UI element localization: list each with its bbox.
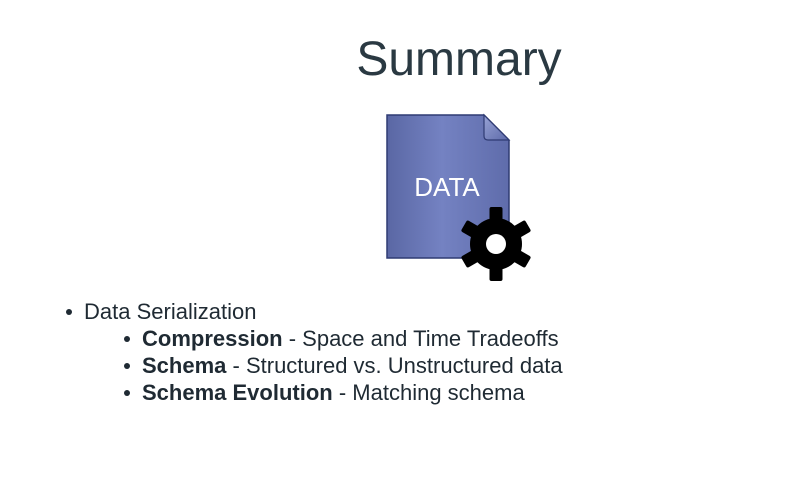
bullet-data-serialization: Data Serialization Compression - Space a… [60,298,563,406]
sub-bullet-separator: - [282,326,303,351]
bullet-list: Data Serialization Compression - Space a… [60,298,563,406]
sub-bullet-separator: - [332,380,353,405]
sub-bullet-compression: Compression - Space and Time Tradeoffs [118,325,563,352]
sub-bullet-term: Schema [142,353,227,378]
sub-bullet-separator: - [226,353,246,378]
sub-bullet-desc: Structured vs. Unstructured data [245,353,563,378]
sub-bullet-desc: Space and Time Tradeoffs [302,326,559,351]
document-fold [483,113,511,141]
sub-bullet-schema: Schema - Structured vs. Unstructured dat… [118,352,563,379]
sub-bullet-term: Compression [142,326,283,351]
slide: Summary DATA Data Serialization Compress… [0,0,807,493]
sub-bullet-schema-evolution: Schema Evolution - Matching schema [118,379,563,406]
data-document-gear-icon: DATA [380,108,540,288]
document-label: DATA [414,172,480,202]
sub-bullet-term: Schema Evolution [142,380,333,405]
slide-title: Summary [356,33,562,86]
sub-bullet-list: Compression - Space and Time Tradeoffs S… [84,325,563,406]
sub-bullet-desc: Matching schema [352,380,525,405]
bullet-text: Data Serialization [84,299,257,324]
